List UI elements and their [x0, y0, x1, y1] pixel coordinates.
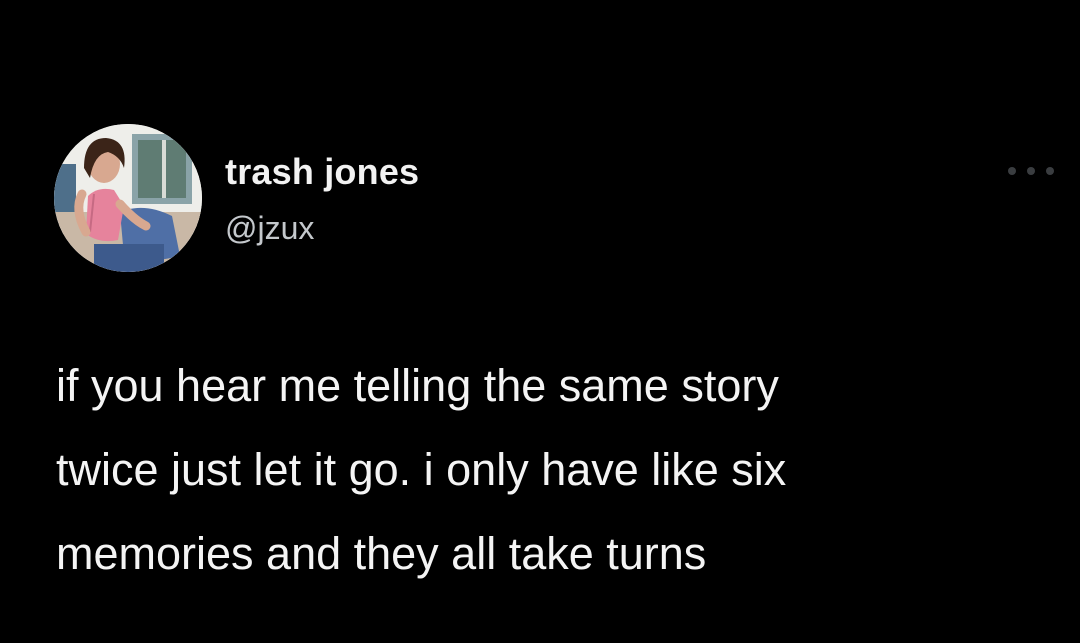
more-dot — [1008, 167, 1016, 175]
tweet-text-line: memories and they all take turns — [56, 528, 707, 579]
avatar[interactable] — [54, 124, 202, 272]
more-horizontal-icon[interactable] — [1008, 160, 1054, 182]
tweet-text-line: twice just let it go. i only have like s… — [56, 444, 787, 495]
tweet-text-line: if you hear me telling the same story — [56, 360, 779, 411]
username-handle[interactable]: @jzux — [225, 208, 314, 248]
display-name[interactable]: trash jones — [225, 150, 419, 194]
tweet-card: trash jones @jzux if you hear me telling… — [0, 0, 1080, 643]
more-dot — [1046, 167, 1054, 175]
avatar-photo-icon — [54, 124, 202, 272]
tweet-text: if you hear me telling the same story tw… — [56, 344, 1046, 596]
more-dot — [1027, 167, 1035, 175]
